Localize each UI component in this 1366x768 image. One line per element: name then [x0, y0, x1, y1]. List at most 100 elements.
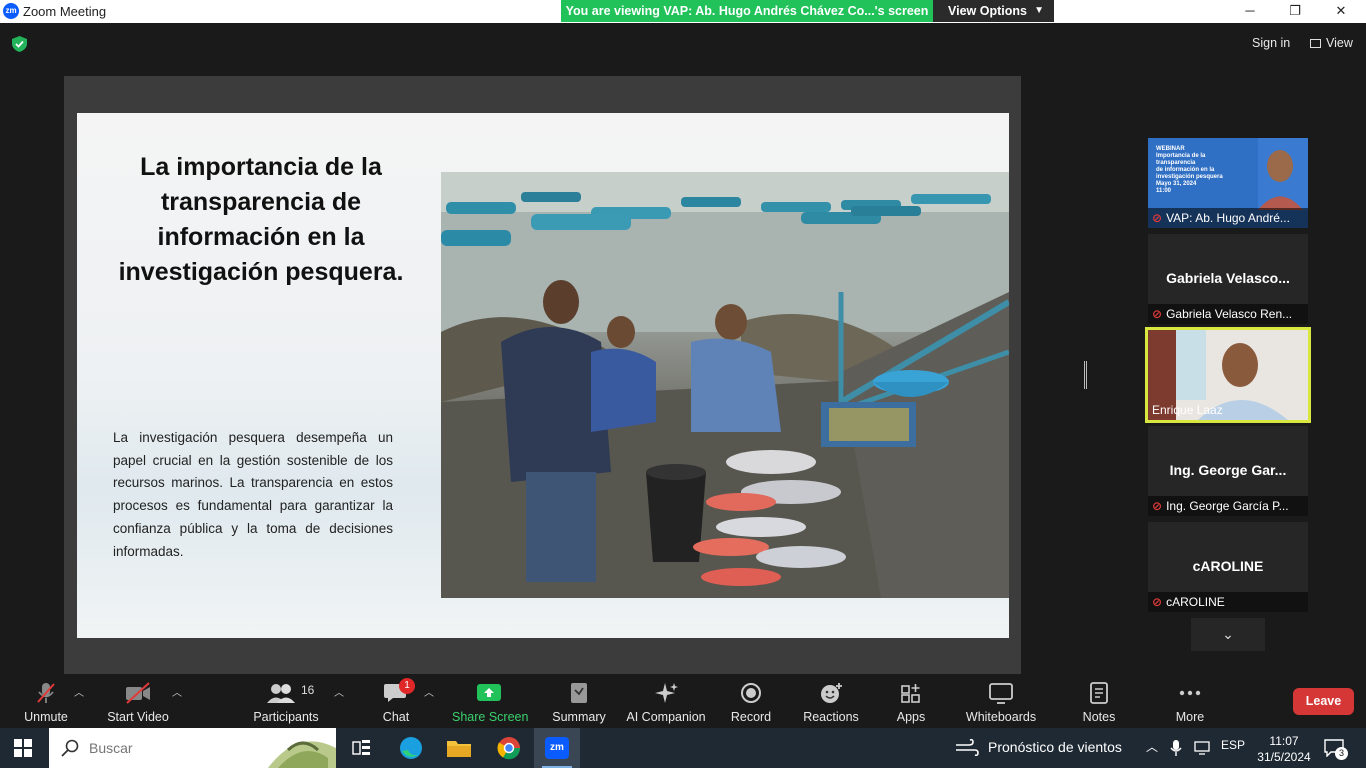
video-off-icon — [126, 682, 150, 704]
microphone-muted-icon — [37, 683, 55, 703]
search-highlight-illustration-icon — [268, 741, 336, 768]
notes-icon — [1090, 682, 1108, 704]
chat-unread-badge: 1 — [399, 678, 415, 694]
view-label: View — [1326, 36, 1353, 50]
zoom-meeting-window: zm Zoom Meeting You are viewing VAP: Ab.… — [0, 0, 1366, 768]
video-options-caret-icon[interactable]: ︿ — [172, 684, 182, 699]
start-video-label: Start Video — [107, 710, 169, 724]
slide-title: La importancia de la transparencia de in… — [118, 153, 404, 286]
input-language[interactable]: ESP — [1221, 738, 1245, 752]
view-options-button[interactable]: View Options ▼ — [933, 0, 1054, 22]
title-bar: zm Zoom Meeting You are viewing VAP: Ab.… — [0, 0, 1366, 23]
gallery-scroll-down-button[interactable]: ⌄ — [1191, 618, 1265, 651]
participants-button[interactable]: 16 Participants — [252, 674, 320, 728]
record-button[interactable]: Record — [726, 674, 776, 728]
taskbar-search[interactable] — [49, 728, 336, 768]
whiteboards-button[interactable]: Whiteboards — [964, 674, 1038, 728]
participant-display-name: cAROLINE — [1192, 558, 1264, 574]
participant-label: Enrique Laaz — [1148, 400, 1308, 420]
share-screen-button[interactable]: Share Screen — [452, 674, 528, 728]
sign-in-button[interactable]: Sign in — [1252, 36, 1290, 50]
meeting-toolbar: Unmute ︿ Start Video ︿ 16 Participants ︿ — [0, 674, 1366, 728]
summary-label: Summary — [552, 710, 606, 724]
thumb-line: transparencia — [1156, 160, 1196, 166]
windows-start-icon[interactable] — [14, 739, 32, 757]
participant-tile-gabriela[interactable]: Gabriela Velasco... ⊘ Gabriela Velasco Re… — [1148, 234, 1308, 324]
unmute-label: Unmute — [24, 710, 68, 724]
record-label: Record — [730, 710, 772, 724]
audio-options-caret-icon[interactable]: ︿ — [74, 684, 84, 699]
presentation-slide: La importancia de la transparencia de in… — [77, 113, 1009, 638]
minimize-button[interactable]: ─ — [1227, 0, 1273, 23]
chrome-app[interactable] — [486, 728, 532, 768]
participant-tile-george[interactable]: Ing. George Gar... ⊘ Ing. George García P… — [1148, 426, 1308, 516]
participant-tile-presenter[interactable]: WEBINAR Importancia de la transparencia … — [1148, 138, 1308, 228]
taskbar-clock[interactable]: 11:07 31/5/2024 — [1254, 733, 1314, 765]
participant-display-name: Ing. George Gar... — [1169, 462, 1287, 478]
chat-icon: 1 — [383, 678, 415, 704]
participants-icon — [267, 684, 295, 703]
thumb-line: de información en la — [1156, 167, 1215, 173]
chrome-browser-icon — [497, 737, 521, 760]
participants-options-caret-icon[interactable]: ︿ — [334, 684, 344, 699]
ai-sparkle-icon — [655, 683, 678, 703]
apps-label: Apps — [896, 710, 926, 724]
thumb-line: Importancia de la — [1156, 153, 1206, 159]
network-icon[interactable] — [1194, 741, 1210, 755]
thumb-date: Mayo 31, 2024 — [1156, 181, 1197, 187]
panel-resize-handle[interactable] — [1084, 361, 1087, 389]
more-button[interactable]: More — [1166, 674, 1214, 728]
apps-button[interactable]: Apps — [890, 674, 932, 728]
view-button[interactable]: View — [1310, 36, 1353, 50]
chat-options-caret-icon[interactable]: ︿ — [424, 684, 434, 699]
reactions-button[interactable]: Reactions — [800, 674, 862, 728]
unmute-button[interactable]: Unmute — [18, 674, 74, 728]
presenter-video-feed — [1258, 138, 1308, 210]
chat-label: Chat — [382, 710, 410, 724]
participant-label: ⊘ Ing. George García P... — [1148, 496, 1308, 516]
webinar-thumbnail-text: WEBINAR Importancia de la transparencia … — [1156, 146, 1241, 195]
tray-microphone-icon[interactable] — [1170, 740, 1182, 756]
zoom-app[interactable]: zm — [534, 728, 580, 768]
mic-muted-icon: ⊘ — [1152, 595, 1163, 609]
edge-app[interactable] — [388, 728, 434, 768]
notification-center-button[interactable]: 3 — [1324, 739, 1348, 760]
chat-button[interactable]: 1 Chat — [372, 674, 420, 728]
zoom-taskbar-icon: zm — [545, 737, 569, 759]
close-button[interactable]: ✕ — [1318, 0, 1364, 23]
thumb-time: 11:00 — [1156, 188, 1172, 194]
participant-name: cAROLINE — [1166, 595, 1225, 609]
file-explorer-app[interactable] — [436, 728, 482, 768]
participant-label: ⊘ cAROLINE — [1148, 592, 1308, 612]
notes-label: Notes — [1082, 710, 1116, 724]
participant-name: Enrique Laaz — [1152, 403, 1223, 417]
participant-name: Gabriela Velasco Ren... — [1166, 307, 1293, 321]
leave-button[interactable]: Leave — [1293, 688, 1354, 715]
start-video-button[interactable]: Start Video — [104, 674, 172, 728]
weather-widget[interactable]: Pronóstico de vientos — [988, 739, 1122, 755]
chevron-down-icon: ▼ — [1034, 5, 1044, 16]
summary-button[interactable]: Summary — [548, 674, 610, 728]
mic-muted-icon: ⊘ — [1152, 307, 1163, 321]
security-shield-icon[interactable] — [12, 36, 27, 52]
participants-label: Participants — [253, 710, 319, 724]
thumb-heading: WEBINAR — [1156, 146, 1185, 152]
whiteboards-label: Whiteboards — [965, 710, 1037, 724]
fishermen-photo — [441, 172, 1009, 598]
participant-tile-enrique-active-speaker[interactable]: Enrique Laaz — [1145, 327, 1311, 423]
share-screen-icon — [477, 684, 501, 701]
participant-label: ⊘ Gabriela Velasco Ren... — [1148, 304, 1308, 324]
task-view-icon — [352, 740, 370, 755]
reactions-label: Reactions — [803, 710, 859, 724]
participant-tile-caroline[interactable]: cAROLINE ⊘ cAROLINE — [1148, 522, 1308, 612]
clock-date: 31/5/2024 — [1257, 750, 1311, 764]
task-view-app[interactable] — [340, 728, 386, 768]
notes-button[interactable]: Notes — [1076, 674, 1122, 728]
more-label: More — [1175, 710, 1205, 724]
participant-display-name: Gabriela Velasco... — [1166, 270, 1290, 286]
participants-count: 16 — [301, 683, 315, 697]
tray-overflow-chevron-icon[interactable]: ︿ — [1146, 738, 1158, 755]
maximize-button[interactable]: ❐ — [1272, 0, 1318, 23]
more-ellipsis-icon — [1179, 690, 1201, 696]
ai-companion-button[interactable]: AI Companion — [624, 674, 708, 728]
